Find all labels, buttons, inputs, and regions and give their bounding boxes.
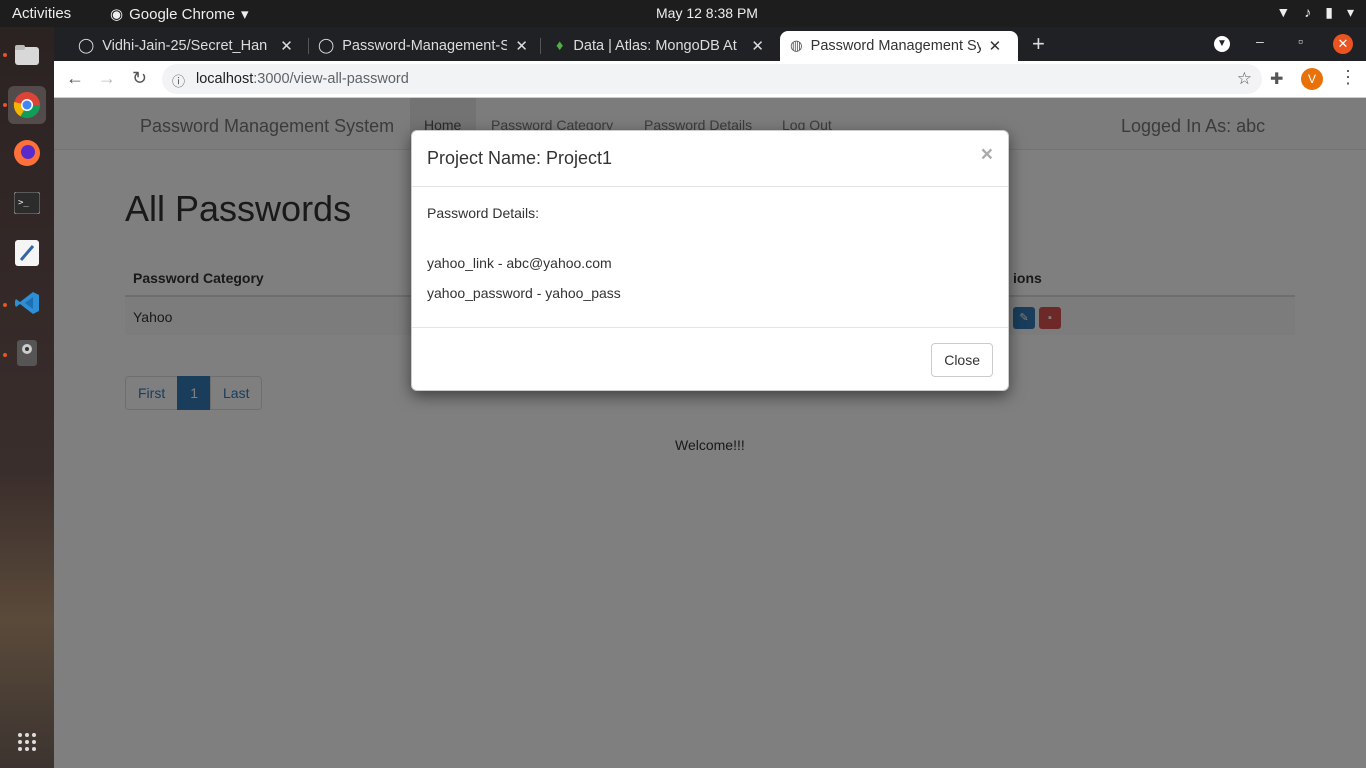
url-text: localhost:3000/view-all-password [196, 71, 409, 87]
minimize-icon[interactable]: – [1256, 33, 1264, 49]
system-tray[interactable]: ▼ ♪ ▮ ▾ [1276, 4, 1354, 21]
forward-arrow-icon[interactable]: → [98, 68, 116, 89]
info-icon[interactable]: ⓘ [172, 71, 185, 90]
modal-header: Project Name: Project1 × [412, 131, 1008, 187]
modal-footer: Close [412, 327, 1008, 392]
bookmark-star-icon[interactable]: ☆ [1237, 69, 1252, 89]
close-icon[interactable]: ✕ [280, 37, 293, 55]
new-tab-button[interactable]: + [1032, 31, 1045, 57]
running-indicator [3, 53, 7, 57]
tab-active[interactable]: ◍ Password Management Sy ✕ [780, 31, 1018, 61]
running-indicator [3, 103, 7, 107]
vscode-icon[interactable] [8, 284, 46, 322]
tab-title: Password Management Sy [810, 38, 981, 54]
github-icon: ◯ [318, 38, 335, 54]
close-icon[interactable]: ✕ [989, 37, 1002, 55]
app-menu-label: Google Chrome [129, 5, 235, 23]
svg-text:>_: >_ [18, 198, 29, 208]
dock: >_ [0, 27, 54, 768]
restore-icon[interactable]: ▫ [1298, 33, 1303, 49]
detail-line: yahoo_password - yahoo_pass [427, 285, 621, 301]
kebab-menu-icon[interactable]: ⋮ [1339, 67, 1357, 88]
mongodb-leaf-icon: ♦ [556, 38, 564, 54]
chevron-down-icon: ▾ [1346, 4, 1354, 20]
tab[interactable]: ♦ Data | Atlas: MongoDB At ✕ [546, 31, 778, 61]
close-icon[interactable]: ✕ [751, 37, 764, 55]
detail-line: yahoo_link - abc@yahoo.com [427, 255, 612, 271]
address-bar[interactable]: ⓘ localhost:3000/view-all-password ☆ [162, 64, 1262, 94]
globe-icon: ◍ [790, 38, 803, 54]
back-arrow-icon[interactable]: ← [66, 68, 84, 89]
close-icon[interactable]: ✕ [515, 37, 528, 55]
window-close-button[interactable]: ✕ [1333, 34, 1353, 54]
profile-avatar[interactable]: V [1301, 68, 1323, 90]
volume-icon: ♪ [1304, 4, 1312, 20]
system-top-bar: Activities ◉ Google Chrome ▾ May 12 8:38… [0, 0, 1366, 27]
close-icon[interactable]: × [981, 143, 993, 167]
running-indicator [3, 303, 7, 307]
wifi-icon: ▼ [1276, 4, 1291, 20]
tab-strip: ◯ Vidhi-Jain-25/Secret_Han ✕ ◯ Password-… [54, 27, 1366, 61]
url-host: localhost [196, 71, 254, 87]
tab-search-icon[interactable]: ▼ [1214, 36, 1230, 52]
modal-title: Project Name: Project1 [427, 148, 613, 168]
files-icon[interactable] [8, 36, 46, 74]
tab-title: Data | Atlas: MongoDB At [573, 38, 737, 54]
url-path: :3000/view-all-password [253, 71, 409, 87]
text-editor-icon[interactable] [8, 234, 46, 272]
tab-title: Vidhi-Jain-25/Secret_Han [102, 38, 268, 54]
app-menu[interactable]: ◉ Google Chrome ▾ [110, 5, 249, 24]
chrome-icon: ◉ [110, 6, 124, 23]
clock[interactable]: May 12 8:38 PM [656, 5, 758, 21]
close-button[interactable]: Close [931, 343, 993, 377]
firefox-icon[interactable] [8, 134, 46, 172]
activities-button[interactable]: Activities [12, 5, 71, 22]
webcam-app-icon[interactable] [8, 334, 46, 372]
app-grid-icon[interactable] [8, 723, 46, 761]
tab[interactable]: ◯ Password-Management-S ✕ [308, 31, 538, 61]
running-indicator [3, 353, 7, 357]
tab-separator [540, 38, 541, 54]
battery-icon: ▮ [1325, 4, 1333, 20]
chrome-icon[interactable] [8, 86, 46, 124]
details-label: Password Details: [427, 205, 540, 221]
chevron-down-icon: ▾ [240, 6, 249, 23]
github-icon: ◯ [78, 38, 95, 54]
browser-toolbar: ← → ↻ ⓘ localhost:3000/view-all-password… [54, 61, 1366, 98]
tab[interactable]: ◯ Vidhi-Jain-25/Secret_Han ✕ [68, 31, 306, 61]
tab-title: Password-Management-S [342, 38, 508, 54]
password-details-modal: Project Name: Project1 × Password Detail… [411, 130, 1009, 391]
reload-icon[interactable]: ↻ [132, 68, 147, 89]
terminal-icon[interactable]: >_ [8, 184, 46, 222]
extensions-puzzle-icon[interactable]: ✚ [1270, 69, 1283, 89]
